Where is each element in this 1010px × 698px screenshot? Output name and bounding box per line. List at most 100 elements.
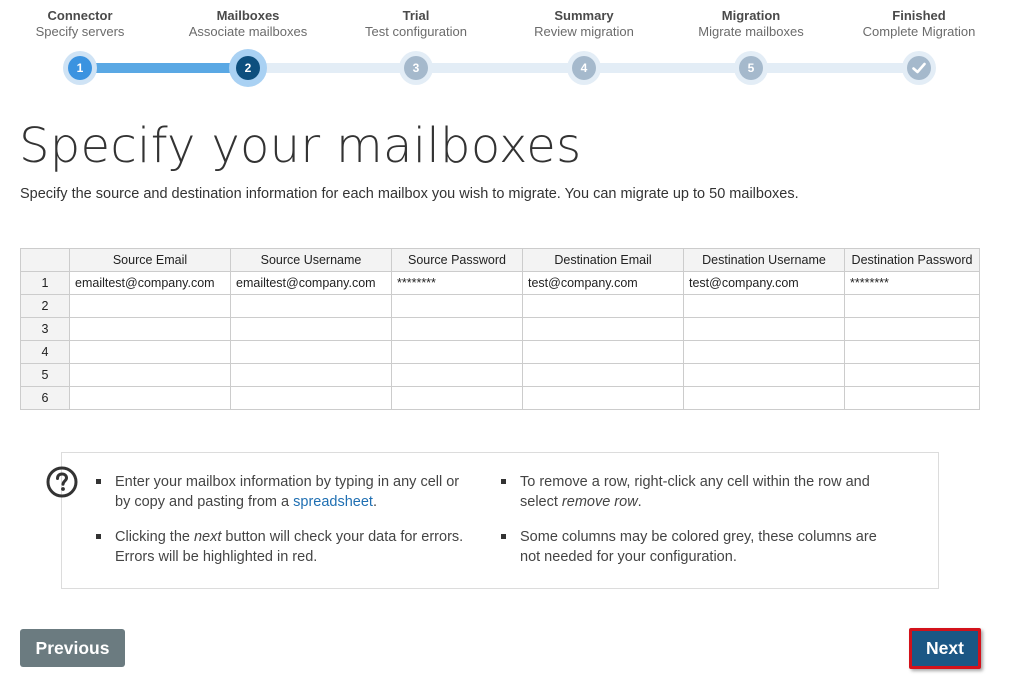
step-subtitle: Specify servers xyxy=(35,24,125,39)
step-subtitle: Review migration xyxy=(534,24,634,39)
table-row: 2 xyxy=(20,294,980,318)
tip-text: . xyxy=(372,494,377,510)
help-tips-left: Enter your mailbox information by typing… xyxy=(96,472,476,582)
grid-cell[interactable] xyxy=(230,317,392,341)
question-circle-icon xyxy=(46,466,78,498)
grid-cell[interactable] xyxy=(844,317,980,341)
row-number[interactable]: 1 xyxy=(20,271,70,295)
grid-cell[interactable] xyxy=(391,294,523,318)
grid-cell[interactable] xyxy=(69,294,231,318)
step-mailboxes[interactable]: Mailboxes Associate mailboxes xyxy=(168,8,328,40)
row-number[interactable]: 3 xyxy=(20,317,70,341)
step-migration: Migration Migrate mailboxes xyxy=(671,8,831,40)
grid-cell[interactable]: ******** xyxy=(844,271,980,295)
table-row: 3 xyxy=(20,317,980,341)
grid-cell[interactable] xyxy=(683,294,845,318)
grid-cell[interactable] xyxy=(391,386,523,410)
column-header[interactable]: Destination Password xyxy=(844,248,980,272)
spreadsheet-link[interactable]: spreadsheet xyxy=(293,494,373,510)
grid-cell[interactable] xyxy=(230,340,392,364)
grid-cell[interactable] xyxy=(69,386,231,410)
help-tip: Some columns may be colored grey, these … xyxy=(501,527,891,567)
step-title: Trial xyxy=(402,8,430,23)
grid-cell[interactable] xyxy=(69,340,231,364)
grid-cell[interactable] xyxy=(391,363,523,387)
grid-cell[interactable] xyxy=(683,317,845,341)
grid-cell[interactable] xyxy=(844,363,980,387)
table-row: 1 emailtest@company.com emailtest@compan… xyxy=(20,271,980,295)
help-tip: Clicking the next button will check your… xyxy=(96,527,476,567)
column-header[interactable]: Source Username xyxy=(230,248,392,272)
grid-cell[interactable] xyxy=(69,363,231,387)
grid-corner-header[interactable] xyxy=(20,248,70,272)
tip-text: Clicking the xyxy=(115,529,194,545)
help-tip: To remove a row, right-click any cell wi… xyxy=(501,472,891,512)
grid-cell[interactable] xyxy=(522,340,684,364)
step-subtitle: Migrate mailboxes xyxy=(698,24,804,39)
step-3-circle: 3 xyxy=(404,56,428,80)
step-subtitle: Test configuration xyxy=(365,24,467,39)
page-title: Specify your mailboxes xyxy=(19,118,582,174)
grid-cell[interactable]: ******** xyxy=(391,271,523,295)
help-tips-right: To remove a row, right-click any cell wi… xyxy=(501,472,891,582)
grid-cell[interactable]: emailtest@company.com xyxy=(230,271,392,295)
row-number[interactable]: 2 xyxy=(20,294,70,318)
tip-emphasis: remove row xyxy=(561,494,638,510)
step-subtitle: Complete Migration xyxy=(862,24,976,39)
page-subtitle: Specify the source and destination infor… xyxy=(20,186,799,202)
column-header[interactable]: Destination Email xyxy=(522,248,684,272)
table-row: 4 xyxy=(20,340,980,364)
grid-cell[interactable] xyxy=(391,317,523,341)
grid-cell[interactable] xyxy=(230,294,392,318)
grid-header-row: Source Email Source Username Source Pass… xyxy=(20,248,980,272)
grid-cell[interactable] xyxy=(391,340,523,364)
tip-text: Enter your mailbox information by typing… xyxy=(115,474,460,510)
grid-cell[interactable]: test@company.com xyxy=(522,271,684,295)
tip-emphasis: next xyxy=(193,529,222,545)
grid-cell[interactable] xyxy=(683,340,845,364)
grid-cell[interactable] xyxy=(230,386,392,410)
grid-cell[interactable] xyxy=(683,363,845,387)
step-2-circle[interactable]: 2 xyxy=(236,56,260,80)
step-title: Mailboxes xyxy=(216,8,280,23)
checkmark-icon xyxy=(912,62,926,74)
mailbox-grid: Source Email Source Username Source Pass… xyxy=(20,248,980,410)
row-number[interactable]: 4 xyxy=(20,340,70,364)
step-summary: Summary Review migration xyxy=(504,8,664,40)
grid-cell[interactable] xyxy=(522,363,684,387)
grid-cell[interactable] xyxy=(683,386,845,410)
tip-text: Some columns may be colored grey, these … xyxy=(520,529,877,565)
grid-cell[interactable] xyxy=(844,340,980,364)
step-title: Migration xyxy=(721,8,781,23)
step-connector[interactable]: Connector Specify servers xyxy=(0,8,160,40)
row-number[interactable]: 6 xyxy=(20,386,70,410)
previous-button[interactable]: Previous xyxy=(20,629,125,667)
step-title: Summary xyxy=(554,8,614,23)
table-row: 6 xyxy=(20,386,980,410)
grid-cell[interactable] xyxy=(522,317,684,341)
grid-cell[interactable] xyxy=(230,363,392,387)
grid-cell[interactable] xyxy=(522,386,684,410)
step-title: Finished xyxy=(892,8,946,23)
grid-cell[interactable] xyxy=(844,294,980,318)
table-row: 5 xyxy=(20,363,980,387)
grid-cell[interactable] xyxy=(844,386,980,410)
row-number[interactable]: 5 xyxy=(20,363,70,387)
column-header[interactable]: Source Email xyxy=(69,248,231,272)
step-4-circle: 4 xyxy=(572,56,596,80)
column-header[interactable]: Destination Username xyxy=(683,248,845,272)
step-trial: Trial Test configuration xyxy=(336,8,496,40)
grid-cell[interactable] xyxy=(522,294,684,318)
step-6-circle xyxy=(907,56,931,80)
step-title: Connector xyxy=(47,8,113,23)
grid-cell[interactable]: emailtest@company.com xyxy=(69,271,231,295)
step-subtitle: Associate mailboxes xyxy=(188,24,308,39)
progress-stepper: Connector Specify servers 1 Mailboxes As… xyxy=(0,0,1010,95)
stepper-track-progress xyxy=(80,63,248,73)
column-header[interactable]: Source Password xyxy=(391,248,523,272)
grid-cell[interactable] xyxy=(69,317,231,341)
step-1-circle[interactable]: 1 xyxy=(68,56,92,80)
grid-cell[interactable]: test@company.com xyxy=(683,271,845,295)
next-button[interactable]: Next xyxy=(909,628,981,669)
tip-text: . xyxy=(637,494,642,510)
